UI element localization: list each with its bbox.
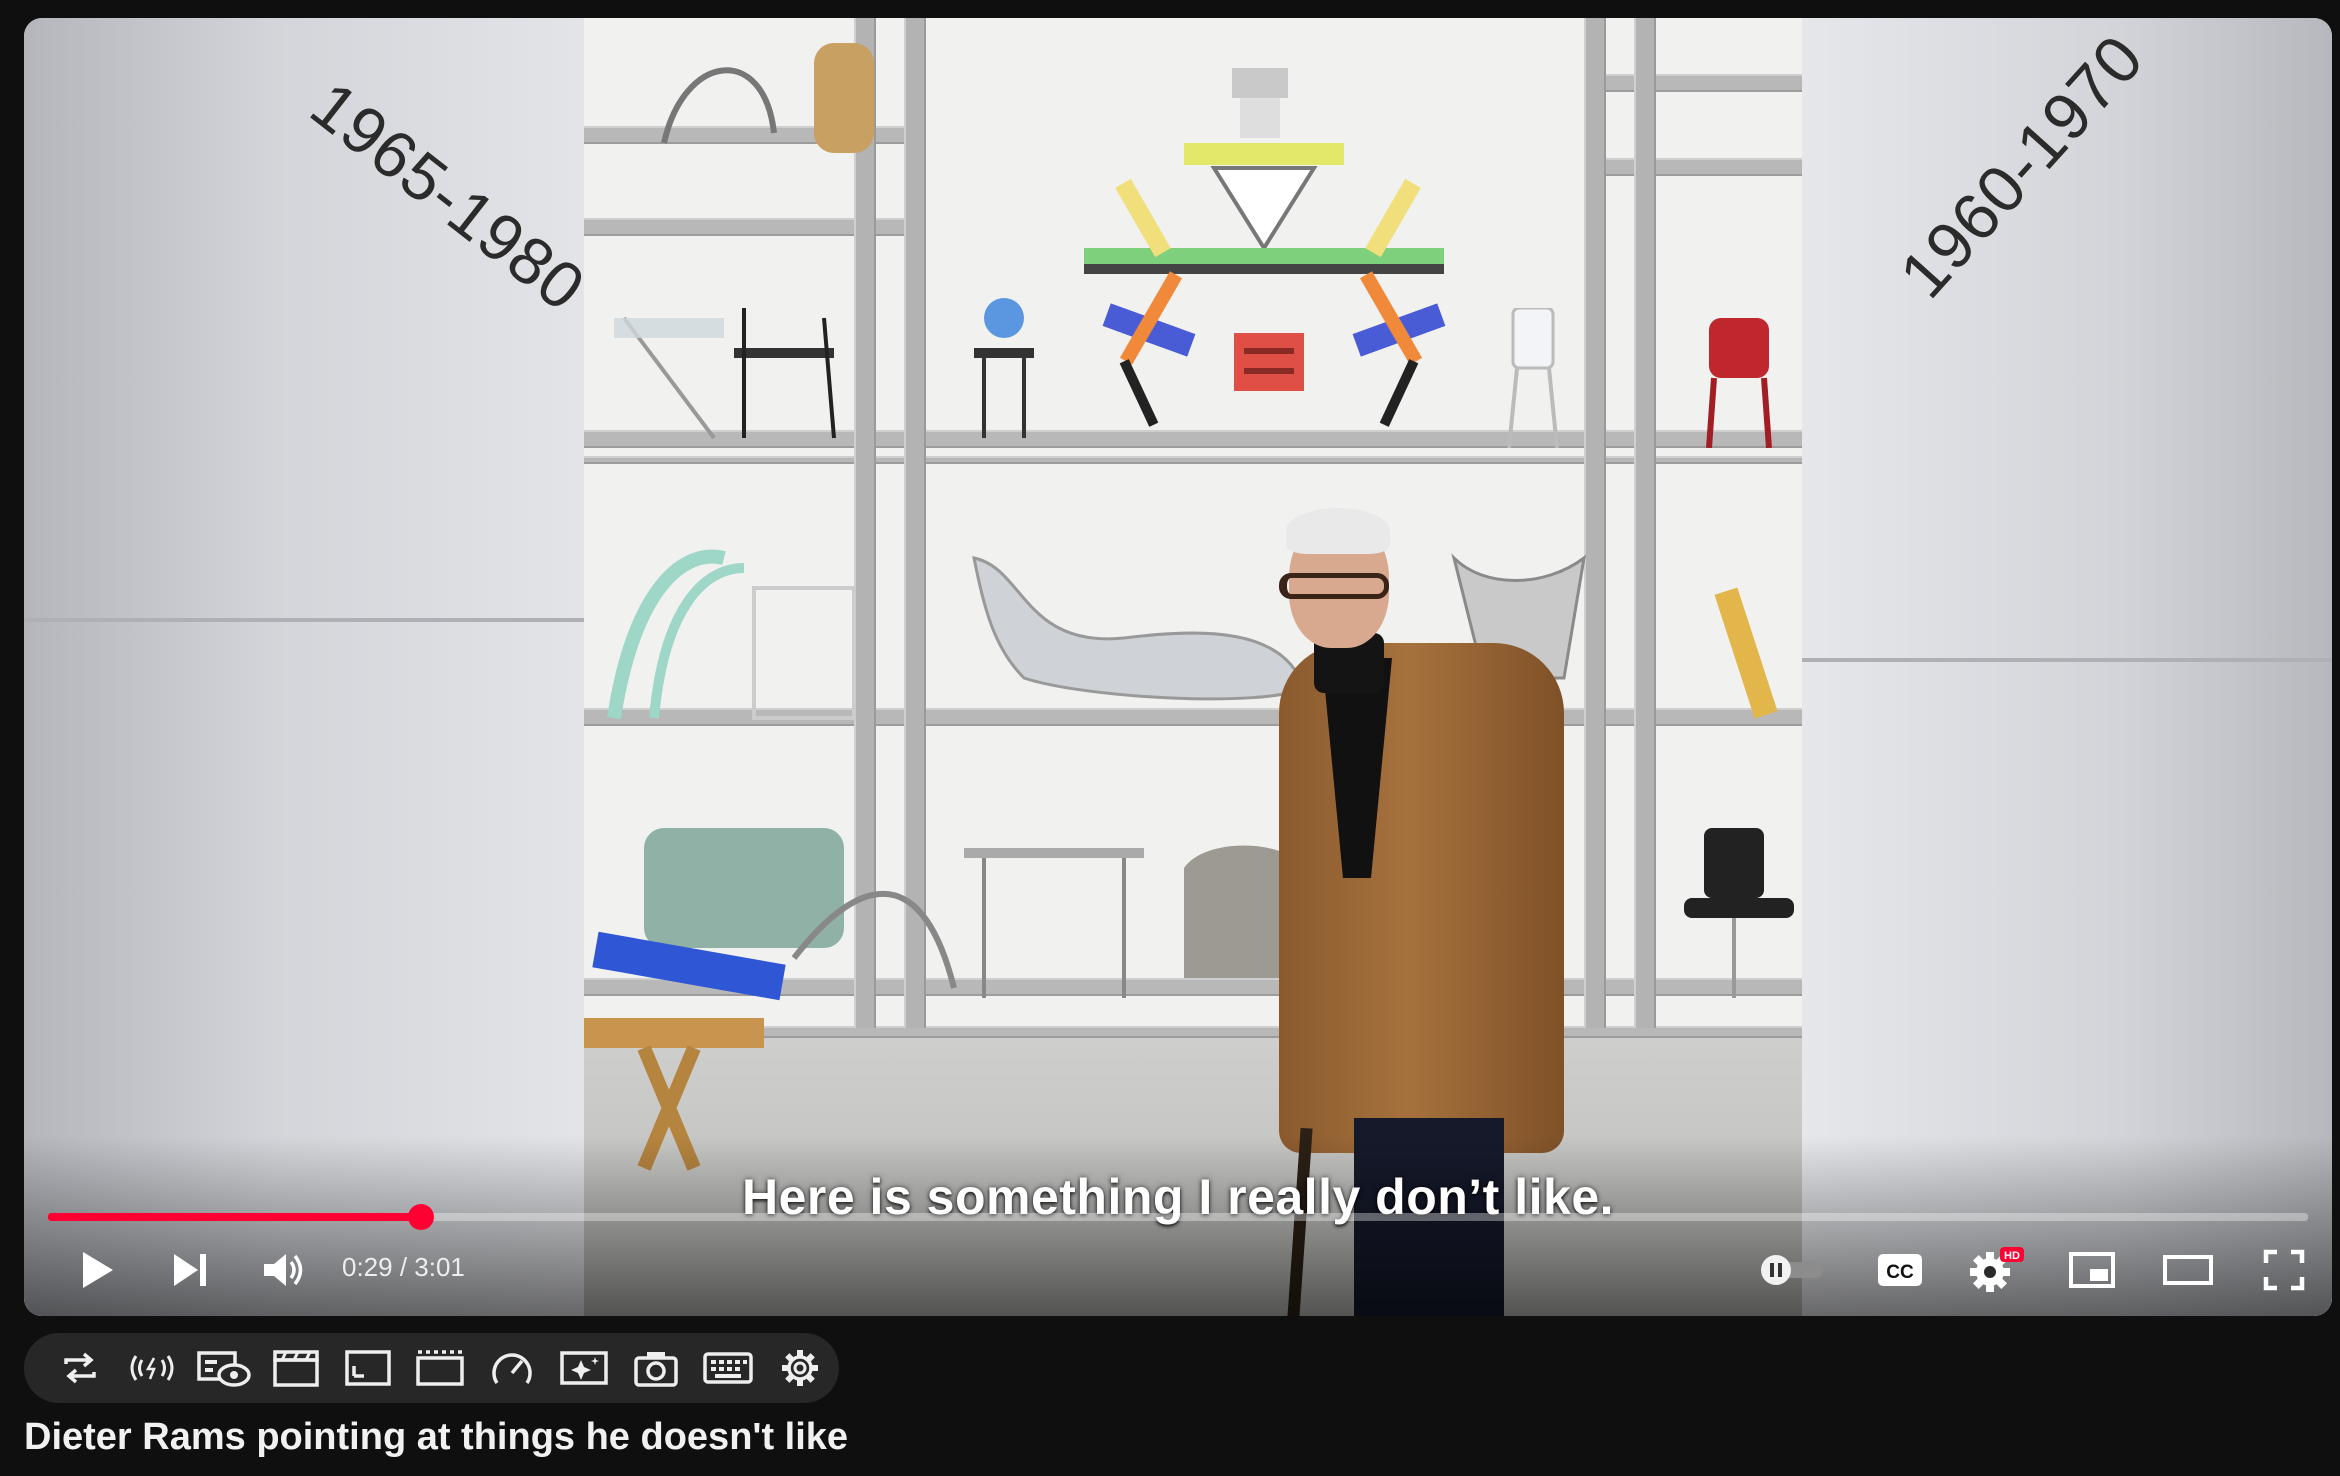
theater-button[interactable] [2150,1238,2226,1302]
player-controls: 0:29 / 3:01 CC HD [24,1238,2332,1302]
frame-icon [416,1350,464,1386]
person-hair [1286,508,1390,554]
shelf-bottom-objects [592,828,1794,1001]
time-display: 0:29 / 3:01 [342,1252,465,1283]
screenshot-button[interactable] [620,1333,692,1403]
page: 1965-1980 1960-1970 Here is something I … [0,0,2340,1476]
enhance-button[interactable] [548,1333,620,1403]
clapperboard-icon [273,1350,319,1387]
play-button[interactable] [59,1238,135,1302]
panel-seam [24,618,584,622]
shelf-chairs-row [614,298,1034,440]
live-broadcast-icon [130,1355,174,1381]
volume-button[interactable] [246,1238,322,1302]
autoplay-toggle[interactable] [1754,1238,1830,1302]
progress-bar[interactable] [48,1204,2308,1230]
theater-icon [2163,1255,2213,1285]
clip-button[interactable] [260,1333,332,1403]
exhibit-panel-right [1802,18,2332,1316]
sparkle-screen-icon [560,1351,608,1385]
miniplayer-button[interactable] [2054,1238,2130,1302]
watch-list-button[interactable] [188,1333,260,1403]
extension-settings-button[interactable] [764,1333,836,1403]
video-frame[interactable]: 1965-1980 1960-1970 [24,18,2332,1316]
miniplayer-icon [2069,1252,2115,1288]
hd-badge: HD [2004,1250,2020,1262]
toggle-pause-icon [1761,1255,1823,1285]
camera-icon [634,1352,678,1387]
gear-icon: HD [1970,1247,2024,1292]
volume-icon [264,1254,303,1286]
loop-icon [64,1352,96,1384]
crop-button[interactable] [332,1333,404,1403]
fullscreen-icon [2263,1249,2305,1291]
duration: 3:01 [414,1252,465,1282]
svg-text:CC: CC [1886,1262,1914,1283]
progress-scrubber[interactable] [407,1204,434,1230]
skip-next-icon [174,1254,206,1286]
captions-button[interactable]: CC [1862,1238,1938,1302]
speed-button[interactable] [476,1333,548,1403]
live-broadcast-button[interactable] [116,1333,188,1403]
person-coat [1279,643,1564,1153]
cc-icon: CC [1878,1254,1922,1286]
shelf-chair [661,43,874,153]
current-time: 0:29 [342,1252,393,1282]
play-icon [83,1252,113,1288]
shelf-middle-objects [607,549,1778,720]
crop-icon [345,1350,391,1386]
extension-toolbar [24,1333,839,1403]
watch-list-icon [197,1351,251,1387]
speedometer-icon [492,1353,532,1384]
settings-button[interactable]: HD [1958,1238,2034,1302]
shelf-sculpture [1084,68,1446,427]
person-glasses [1279,573,1389,599]
gear-icon [782,1350,818,1386]
video-title: Dieter Rams pointing at things he doesn'… [24,1416,849,1458]
progress-fill [48,1213,421,1221]
fullscreen-button[interactable] [2246,1238,2322,1302]
keyboard-icon [703,1352,753,1384]
panel-seam [1802,658,2332,662]
video-player[interactable]: 1965-1980 1960-1970 Here is something I … [24,18,2332,1316]
loop-button[interactable] [44,1333,116,1403]
time-separator: / [392,1252,415,1282]
keyboard-shortcuts-button[interactable] [692,1333,764,1403]
frame-button[interactable] [404,1333,476,1403]
shelf-chairs-row-right [1507,308,1772,448]
next-button[interactable] [152,1238,228,1302]
